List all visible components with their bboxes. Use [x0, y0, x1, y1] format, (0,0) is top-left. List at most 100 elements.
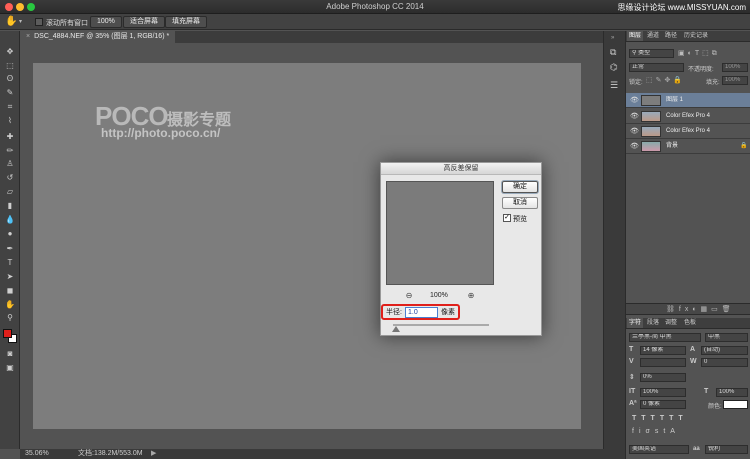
- font-family-select[interactable]: 兰亭黑-简 中黑: [629, 333, 701, 342]
- gradient-tool-icon[interactable]: ▮: [5, 201, 15, 211]
- visibility-eye-icon[interactable]: 👁: [630, 93, 639, 108]
- pen-tool-icon[interactable]: ✒: [5, 244, 15, 254]
- collapse-panels-icon[interactable]: »: [611, 35, 614, 41]
- visibility-eye-icon[interactable]: 👁: [630, 139, 639, 154]
- horizontal-scale-icon: T: [704, 388, 709, 395]
- tab-channels[interactable]: 通道: [645, 31, 661, 41]
- tracking-field[interactable]: 0: [701, 358, 748, 367]
- fill-screen-button[interactable]: 填充屏幕: [165, 16, 207, 28]
- tab-layers[interactable]: 图层: [627, 31, 644, 41]
- scale-percent-field[interactable]: 0%: [640, 373, 686, 382]
- kerning-field[interactable]: [640, 358, 686, 367]
- tab-adjustments[interactable]: 调整: [663, 318, 679, 328]
- tab-swatches[interactable]: 色板: [682, 318, 698, 328]
- collapsed-panel-dock: » ⧉ ⌬ ☰: [603, 31, 625, 449]
- stamp-tool-icon[interactable]: ♙: [5, 159, 15, 169]
- layer-thumbnail: [641, 126, 661, 137]
- tab-character[interactable]: 字符: [627, 318, 644, 328]
- marquee-tool-icon[interactable]: ⬚: [5, 61, 15, 71]
- poco-url: http://photo.poco.cn/: [101, 126, 221, 140]
- antialias-select[interactable]: 锐利: [705, 445, 748, 454]
- baseline-field[interactable]: 0 像素: [640, 400, 686, 409]
- status-arrow-icon[interactable]: ▶: [151, 449, 156, 459]
- quick-select-tool-icon[interactable]: ✎: [5, 88, 15, 98]
- radius-slider-thumb[interactable]: [392, 326, 400, 332]
- crop-tool-icon[interactable]: ⌗: [5, 102, 15, 112]
- status-zoom[interactable]: 35.06%: [25, 449, 49, 459]
- shape-tool-icon[interactable]: ◼: [5, 286, 15, 296]
- leading-field[interactable]: (自动): [701, 346, 748, 355]
- foreground-color-swatch[interactable]: [3, 329, 12, 338]
- close-tab-icon[interactable]: ×: [26, 33, 30, 40]
- zoom-in-icon[interactable]: ⊕: [467, 292, 475, 300]
- opacity-field[interactable]: 100%: [722, 63, 748, 72]
- scroll-all-windows-label: 滚动所有窗口: [46, 20, 88, 27]
- font-size-field[interactable]: 14 像素: [640, 346, 686, 355]
- screen-mode-icon[interactable]: ▣: [5, 363, 15, 373]
- lock-icons[interactable]: ⬚✎✥🔒: [646, 76, 685, 84]
- tab-paragraph[interactable]: 段落: [645, 318, 661, 328]
- color-label: 颜色:: [708, 404, 722, 410]
- tool-preset-chevron-icon[interactable]: ▾: [19, 18, 22, 25]
- visibility-eye-icon[interactable]: 👁: [630, 124, 639, 139]
- eyedropper-tool-icon[interactable]: ⌇: [5, 116, 15, 126]
- preview-checkbox[interactable]: ✓: [503, 214, 511, 222]
- move-tool-icon[interactable]: ✥: [5, 47, 15, 57]
- zoom-out-icon[interactable]: ⊖: [405, 292, 413, 300]
- zoom-100-button[interactable]: 100%: [90, 16, 122, 28]
- fill-field[interactable]: 100%: [722, 76, 748, 85]
- brush-panel-icon[interactable]: ☰: [610, 80, 618, 91]
- document-tab-bar: × DSC_4884.NEF @ 35% (图层 1, RGB/16) *: [20, 31, 620, 43]
- brush-tool-icon[interactable]: ✏: [5, 146, 15, 156]
- quick-mask-icon[interactable]: ◙: [5, 349, 15, 359]
- visibility-eye-icon[interactable]: 👁: [630, 109, 639, 124]
- leading-icon: A: [690, 346, 696, 353]
- document-tab[interactable]: × DSC_4884.NEF @ 35% (图层 1, RGB/16) *: [20, 31, 176, 43]
- vertical-scale-field[interactable]: 100%: [640, 388, 686, 397]
- healing-brush-tool-icon[interactable]: ✚: [5, 132, 15, 142]
- cancel-button[interactable]: 取消: [502, 197, 538, 209]
- tab-paths[interactable]: 路径: [663, 31, 679, 41]
- radius-slider-track[interactable]: [393, 324, 489, 326]
- antialias-icon: aa: [693, 446, 700, 452]
- properties-panel-icon[interactable]: ⌬: [610, 62, 618, 73]
- fit-screen-button[interactable]: 适合屏幕: [123, 16, 165, 28]
- path-select-tool-icon[interactable]: ➤: [5, 272, 15, 282]
- layer-row[interactable]: 👁 Color Efex Pro 4: [626, 109, 750, 124]
- radius-input[interactable]: 1.0: [405, 307, 438, 318]
- baseline-icon: Aª: [629, 400, 637, 407]
- ok-button[interactable]: 确定: [502, 181, 538, 193]
- font-size-icon: T: [629, 346, 634, 353]
- layers-tab-strip: 图层 通道 路径 历史记录: [626, 31, 750, 42]
- type-tool-icon[interactable]: T: [5, 258, 15, 268]
- language-select[interactable]: 美国英语: [629, 445, 689, 454]
- scroll-all-windows-checkbox[interactable]: [35, 18, 43, 26]
- history-panel-icon[interactable]: ⧉: [610, 47, 616, 58]
- faux-style-icons[interactable]: TTTTTT: [632, 415, 688, 422]
- font-style-select[interactable]: 中黑: [705, 333, 748, 342]
- opentype-icons[interactable]: fiσstA: [632, 428, 680, 435]
- layer-row[interactable]: 👁 图层 1: [626, 93, 750, 108]
- zoom-tool-icon[interactable]: ⚲: [5, 313, 15, 323]
- radius-label: 半径:: [386, 309, 402, 316]
- horizontal-scale-field[interactable]: 100%: [716, 388, 748, 397]
- filter-icons[interactable]: ▣◐T⬚⧉: [678, 49, 720, 58]
- text-color-swatch[interactable]: [723, 400, 748, 409]
- tool-panel: ✥ ⬚ ʘ ✎ ⌗ ⌇ ✚ ✏ ♙ ↺ ▱ ▮ 💧 ● ✒ T ➤ ◼ ✋ ⚲ …: [0, 31, 20, 449]
- history-brush-tool-icon[interactable]: ↺: [5, 173, 15, 183]
- layer-action-icons[interactable]: ⛓fx◐▦▭🗑: [666, 305, 735, 313]
- lasso-tool-icon[interactable]: ʘ: [5, 74, 15, 84]
- tab-history[interactable]: 历史记录: [682, 31, 710, 41]
- eraser-tool-icon[interactable]: ▱: [5, 187, 15, 197]
- filter-preview[interactable]: [386, 181, 494, 285]
- right-panel: 图层 通道 路径 历史记录 ⚲ 类型 ▣◐T⬚⧉ 正常 不透明度: 100% 锁…: [625, 31, 750, 459]
- dodge-tool-icon[interactable]: ●: [5, 229, 15, 239]
- blur-tool-icon[interactable]: 💧: [5, 215, 15, 225]
- layer-filter-select[interactable]: ⚲ 类型: [629, 49, 674, 58]
- layer-row[interactable]: 👁 背景 🔒: [626, 139, 750, 154]
- hand-tool-panel-icon[interactable]: ✋: [5, 300, 15, 310]
- hand-tool-icon[interactable]: ✋: [5, 16, 17, 27]
- blend-mode-select[interactable]: 正常: [629, 63, 684, 72]
- document-tab-label: DSC_4884.NEF @ 35% (图层 1, RGB/16) *: [34, 33, 170, 40]
- layer-row[interactable]: 👁 Color Efex Pro 4: [626, 124, 750, 139]
